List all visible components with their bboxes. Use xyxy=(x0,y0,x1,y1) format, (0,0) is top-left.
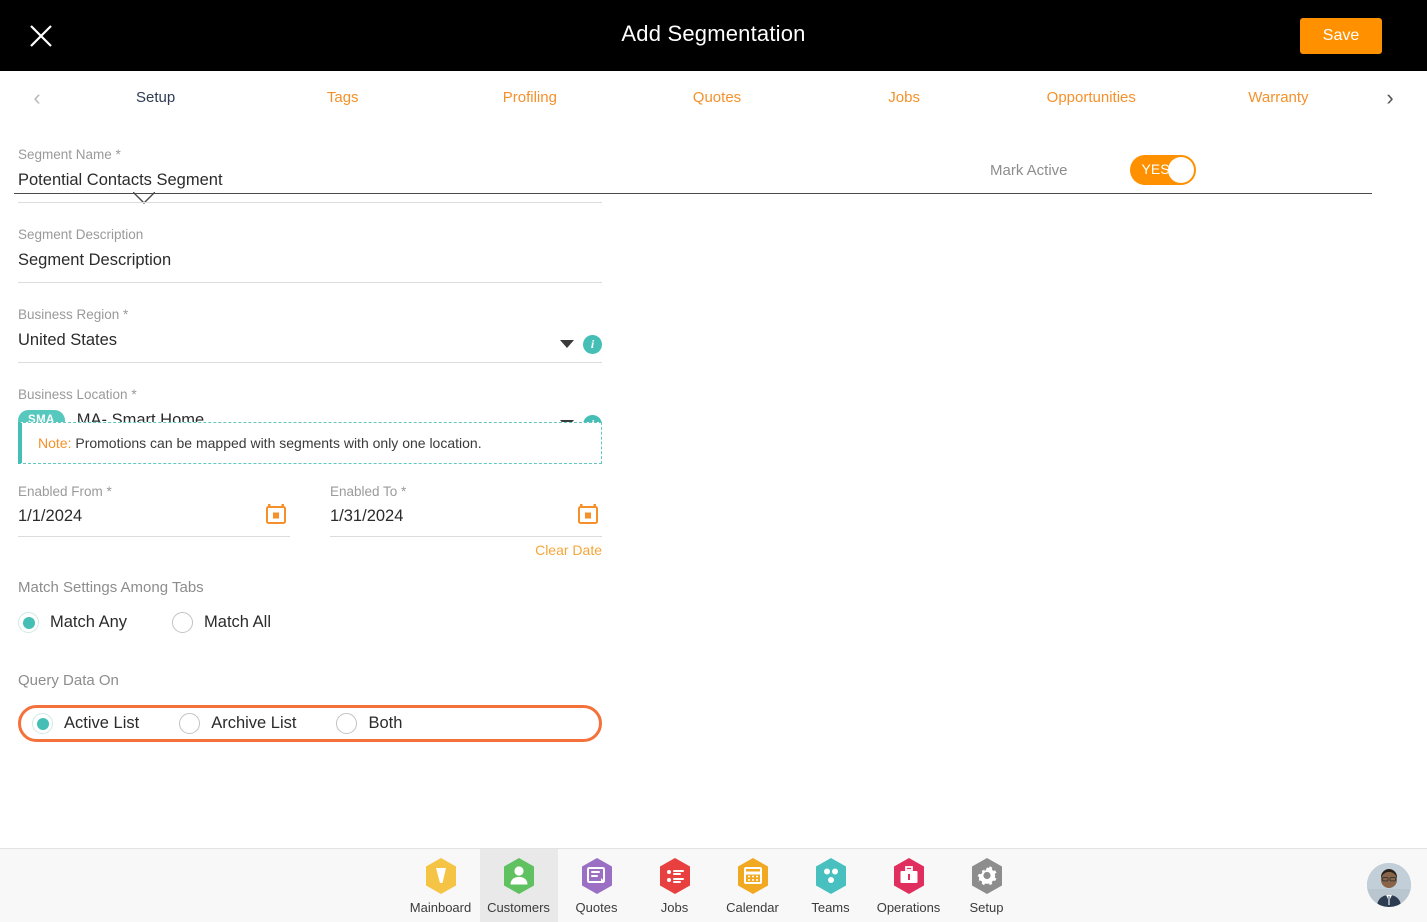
segment-name-field[interactable]: Segment Name * Potential Contacts Segmen… xyxy=(18,145,602,203)
customers-icon xyxy=(503,858,534,894)
note-banner: Note: Promotions can be mapped with segm… xyxy=(18,422,602,464)
match-settings-group: Match Settings Among Tabs Match Any Matc… xyxy=(5,579,271,646)
segment-description-label: Segment Description xyxy=(18,227,144,242)
setup-gear-icon xyxy=(971,858,1002,894)
enabled-from-label: Enabled From * xyxy=(18,484,112,499)
nav-item-calendar[interactable]: Calendar xyxy=(714,849,792,922)
tab-jobs[interactable]: Jobs xyxy=(811,71,998,123)
radio-indicator xyxy=(32,713,53,734)
mark-active-group: Mark Active YES xyxy=(990,155,1196,185)
mark-active-toggle[interactable]: YES xyxy=(1129,155,1196,185)
radio-indicator xyxy=(172,612,194,633)
tab-bar: ‹ Setup Tags Profiling Quotes Jobs Oppor… xyxy=(0,71,1427,204)
segment-description-field[interactable]: Segment Description Segment Description xyxy=(18,225,602,283)
mark-active-state-label: YES xyxy=(1141,161,1170,177)
nav-item-quotes[interactable]: Quotes xyxy=(558,849,636,922)
radio-dot xyxy=(36,717,49,730)
note-prefix: Note: xyxy=(38,435,72,451)
query-data-options-highlight: Active List Archive List Both xyxy=(18,705,602,742)
enabled-from-input[interactable]: 1/1/2024 xyxy=(18,502,290,537)
segment-description-input[interactable]: Segment Description xyxy=(18,247,602,273)
calendar-icon[interactable] xyxy=(578,504,598,524)
bottom-nav-bar: Mainboard Customers Quotes Jobs Calendar… xyxy=(0,848,1427,922)
tab-list: Setup Tags Profiling Quotes Jobs Opportu… xyxy=(62,71,1372,123)
nav-label: Teams xyxy=(811,900,850,915)
chevron-left-icon[interactable]: ‹ xyxy=(24,85,50,111)
enabled-to-field[interactable]: Enabled To * 1/31/2024 xyxy=(330,482,602,537)
radio-active-list[interactable]: Active List xyxy=(32,713,139,734)
radio-archive-list[interactable]: Archive List xyxy=(179,713,296,734)
quotes-icon xyxy=(581,858,612,894)
avatar[interactable] xyxy=(1367,863,1411,907)
match-settings-label: Match Settings Among Tabs xyxy=(18,579,204,596)
info-icon[interactable]: i xyxy=(583,335,602,354)
note-body: Promotions can be mapped with segments w… xyxy=(71,435,482,451)
radio-match-any[interactable]: Match Any xyxy=(5,599,128,646)
nav-label: Customers xyxy=(487,900,550,915)
operations-icon xyxy=(893,858,924,894)
nav-label: Quotes xyxy=(575,900,618,915)
tab-warranty[interactable]: Warranty xyxy=(1185,71,1372,123)
clear-date-link[interactable]: Clear Date xyxy=(330,542,602,558)
radio-active-list-label: Active List xyxy=(64,714,140,732)
nav-item-operations[interactable]: Operations xyxy=(870,849,948,922)
nav-item-jobs[interactable]: Jobs xyxy=(636,849,714,922)
nav-label: Mainboard xyxy=(409,900,472,915)
jobs-icon xyxy=(659,858,690,894)
mainboard-icon xyxy=(425,858,456,894)
add-segmentation-page: Add Segmentation Save ‹ Setup Tags Profi… xyxy=(0,0,1427,922)
nav-label: Operations xyxy=(876,900,941,915)
business-region-field[interactable]: Business Region * United States i xyxy=(18,305,602,363)
calendar-icon[interactable] xyxy=(266,504,286,524)
chevron-down-icon[interactable] xyxy=(560,340,574,348)
enabled-to-label: Enabled To * xyxy=(330,484,407,499)
radio-archive-list-label: Archive List xyxy=(211,714,297,732)
radio-match-all-label: Match All xyxy=(204,613,271,631)
nav-item-teams[interactable]: Teams xyxy=(792,849,870,922)
nav-item-setup[interactable]: Setup xyxy=(948,849,1026,922)
radio-both[interactable]: Both xyxy=(336,713,402,734)
chevron-right-icon[interactable]: › xyxy=(1377,85,1403,111)
nav-label: Setup xyxy=(969,900,1004,915)
note-text: Note: Promotions can be mapped with segm… xyxy=(22,435,482,451)
page-title: Add Segmentation xyxy=(621,21,806,46)
business-region-value[interactable]: United States xyxy=(18,327,602,353)
mark-active-label: Mark Active xyxy=(990,161,1068,179)
segment-name-input[interactable]: Potential Contacts Segment xyxy=(18,167,602,193)
nav-item-customers[interactable]: Customers xyxy=(479,849,558,922)
radio-indicator xyxy=(179,713,201,734)
toggle-knob xyxy=(1167,157,1194,183)
radio-match-any-label: Match Any xyxy=(50,613,128,631)
query-data-group: Query Data On Active List Archive List B… xyxy=(18,672,602,742)
radio-match-all[interactable]: Match All xyxy=(172,612,271,633)
tab-tags[interactable]: Tags xyxy=(249,71,436,123)
enabled-from-field[interactable]: Enabled From * 1/1/2024 xyxy=(18,482,290,537)
segmentation-form: Segment Name * Potential Contacts Segmen… xyxy=(18,145,602,443)
tab-quotes[interactable]: Quotes xyxy=(623,71,810,123)
tab-profiling[interactable]: Profiling xyxy=(436,71,623,123)
nav-item-mainboard[interactable]: Mainboard xyxy=(402,849,480,922)
tab-setup[interactable]: Setup xyxy=(62,71,249,123)
enabled-to-input[interactable]: 1/31/2024 xyxy=(330,502,602,537)
match-settings-options: Match Any Match All xyxy=(5,599,271,646)
segment-name-label: Segment Name * xyxy=(18,147,121,162)
top-bar: Add Segmentation Save xyxy=(0,0,1427,71)
radio-indicator xyxy=(336,713,358,734)
nav-item-list: Mainboard Customers Quotes Jobs Calendar… xyxy=(0,849,1427,922)
radio-both-label: Both xyxy=(368,714,403,732)
nav-label: Jobs xyxy=(660,900,689,915)
radio-dot xyxy=(22,616,35,629)
save-button[interactable]: Save xyxy=(1300,18,1382,54)
calendar-icon xyxy=(737,858,768,894)
nav-label: Calendar xyxy=(726,900,779,915)
teams-icon xyxy=(815,858,846,894)
tab-opportunities[interactable]: Opportunities xyxy=(998,71,1185,123)
radio-indicator xyxy=(18,612,39,633)
business-location-label: Business Location * xyxy=(18,387,137,402)
business-region-label: Business Region * xyxy=(18,307,129,322)
query-data-label: Query Data On xyxy=(18,672,119,689)
